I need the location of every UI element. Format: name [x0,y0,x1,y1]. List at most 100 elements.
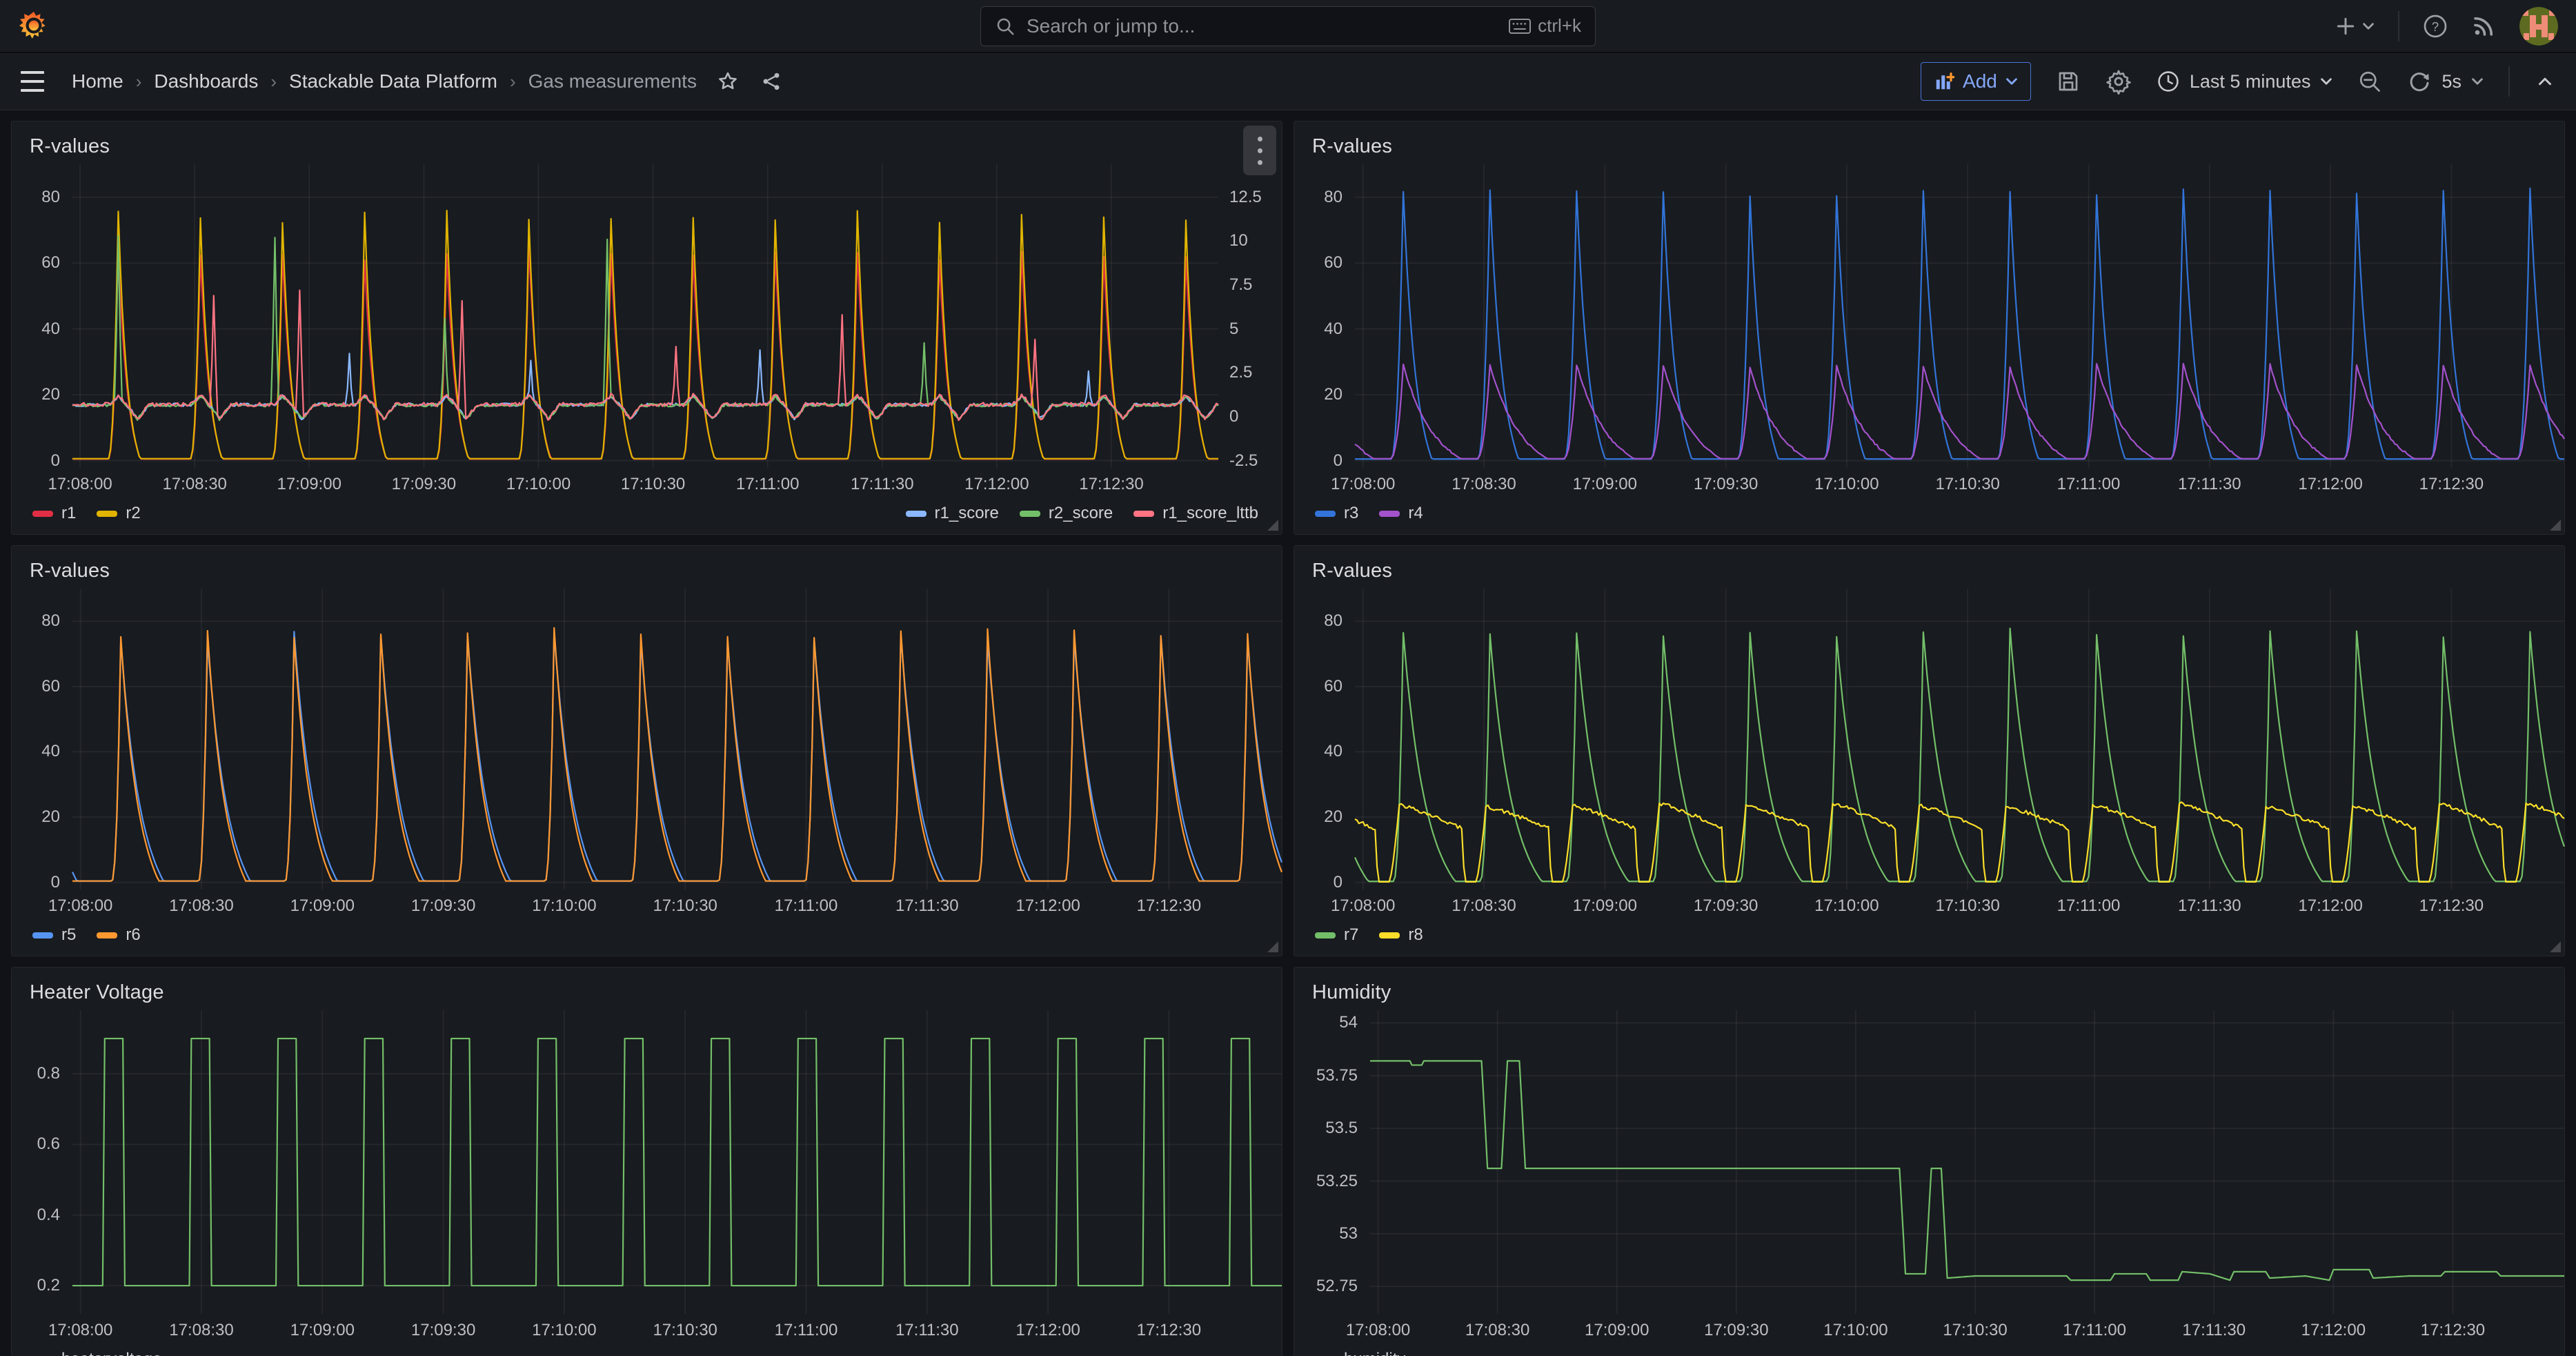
panel-title[interactable]: R-values [1294,121,2564,158]
plus-icon [2335,15,2357,37]
refresh-interval-label: 5s [2441,71,2461,92]
collapse-toolbar-button[interactable] [2535,71,2555,92]
breadcrumb: Home › Dashboards › Stackable Data Platf… [72,70,697,92]
zoom-out-icon [2357,69,2382,94]
add-panel-button[interactable]: Add [1921,62,2031,101]
series-swatch [1315,511,1336,517]
refresh-icon [2407,69,2432,94]
news-button[interactable] [2471,14,2496,39]
legend-item-r1-score[interactable]: r1_score [906,504,999,523]
time-range-label: Last 5 minutes [2190,71,2311,92]
svg-text:?: ? [2432,19,2439,33]
favorite-button[interactable] [716,70,740,93]
refresh-picker[interactable]: 5s [2407,69,2484,94]
caret-up-icon [2535,71,2555,92]
panel-heater-voltage: Heater Voltage 0.80.60.40.2 17:08:0017:0… [11,967,1282,1356]
panel-title[interactable]: R-values [1294,546,2564,582]
panel-header[interactable]: Heater Voltage [12,967,1282,1010]
menu-toggle-button[interactable] [21,71,44,92]
plot-area[interactable] [72,1010,1282,1314]
legend-item-r2[interactable]: r2 [97,504,140,523]
dashboard-settings-button[interactable] [2106,68,2132,95]
legend-item-r2-score[interactable]: r2_score [1020,504,1113,523]
zoom-out-button[interactable] [2357,69,2382,94]
legend-item-r3[interactable]: r3 [1315,504,1358,523]
y-axis-left: 806040200 [12,164,72,468]
series-swatch [1379,932,1400,939]
dashboard-grid: R-values 806040200 12.5107.552.50-2.5 17… [0,110,2576,1356]
legend-item-r6[interactable]: r6 [97,925,140,945]
dashboard-toolbar: Home › Dashboards › Stackable Data Platf… [0,53,2576,110]
breadcrumb-current: Gas measurements [528,70,697,92]
legend: r3 r4 [1294,498,2564,534]
plot-area[interactable] [1355,164,2564,468]
divider [2508,66,2510,97]
series-swatch [1379,511,1400,517]
x-axis: 17:08:0017:08:3017:09:0017:09:3017:10:00… [72,890,1282,920]
legend-item-r1-score-lttb[interactable]: r1_score_lttb [1133,504,1258,523]
panel-header[interactable]: R-values [1294,121,2564,164]
share-icon [760,70,782,92]
top-bar: Search or jump to... ctrl+k [0,0,2576,53]
search-input[interactable]: Search or jump to... ctrl+k [980,6,1596,46]
help-button[interactable]: ? [2423,14,2448,39]
search-icon [995,16,1015,37]
y-axis-left: 5453.7553.553.255352.75 [1294,1010,1370,1314]
save-dashboard-button[interactable] [2056,69,2081,94]
panel-humidity: Humidity 5453.7553.553.255352.75 17:08:0… [1294,967,2565,1356]
legend-item-r4[interactable]: r4 [1379,504,1423,523]
breadcrumb-dashboards[interactable]: Dashboards [154,70,258,92]
breadcrumb-home[interactable]: Home [72,70,123,92]
panel-title[interactable]: Heater Voltage [12,967,1282,1004]
y-axis-left: 0.80.60.40.2 [12,1010,72,1314]
legend-item-heatervoltage[interactable]: heatervoltage [32,1350,161,1356]
star-icon [716,70,740,93]
legend-item-r8[interactable]: r8 [1379,925,1423,945]
kebab-menu-icon [1258,137,1262,141]
series-swatch [97,511,117,517]
help-icon: ? [2423,14,2448,39]
panel-r-values-4: R-values 806040200 17:08:0017:08:3017:09… [1294,545,2565,956]
legend-item-humidity[interactable]: humidity [1315,1350,1405,1356]
avatar[interactable] [2519,7,2558,46]
new-button[interactable] [2335,15,2375,37]
panel-r-values-1: R-values 806040200 12.5107.552.50-2.5 17… [11,121,1282,535]
panel-header[interactable]: Humidity [1294,967,2564,1010]
share-button[interactable] [760,70,782,92]
panel-header[interactable]: R-values [12,121,1282,164]
x-axis: 17:08:0017:08:3017:09:0017:09:3017:10:00… [1355,890,2564,920]
legend-item-r7[interactable]: r7 [1315,925,1358,945]
x-axis: 17:08:0017:08:3017:09:0017:09:3017:10:00… [1370,1314,2564,1344]
legend: humidity [1294,1344,2564,1356]
time-range-picker[interactable]: Last 5 minutes [2157,70,2333,93]
series-swatch [1020,511,1040,517]
panel-title[interactable]: R-values [12,546,1282,582]
legend: r5 r6 [12,920,1282,956]
y-axis-left: 806040200 [1294,589,1355,890]
plot-area[interactable] [1370,1010,2564,1314]
series-swatch [97,932,117,939]
series-swatch [32,932,53,939]
legend-item-r5[interactable]: r5 [32,925,76,945]
plot-area[interactable] [72,164,1218,468]
plot-area[interactable] [72,589,1282,890]
panel-add-icon [1934,71,1954,92]
keyboard-icon [1509,18,1531,35]
grafana-logo[interactable] [18,10,50,42]
panel-title[interactable]: Humidity [1294,967,2564,1004]
menu-icon [21,71,44,74]
chevron-down-icon [2320,75,2332,88]
panel-header[interactable]: R-values [1294,546,2564,589]
search-placeholder: Search or jump to... [1027,15,1498,37]
x-axis: 17:08:0017:08:3017:09:0017:09:3017:10:00… [1355,468,2564,498]
legend: heatervoltage [12,1344,1282,1356]
plot-area[interactable] [1355,589,2564,890]
clock-icon [2157,70,2180,93]
legend-item-r1[interactable]: r1 [32,504,76,523]
chevron-down-icon [2362,20,2375,32]
breadcrumb-folder[interactable]: Stackable Data Platform [289,70,497,92]
panel-title[interactable]: R-values [12,121,1282,158]
legend: r7 r8 [1294,920,2564,956]
search-shortcut: ctrl+k [1509,15,1581,37]
panel-header[interactable]: R-values [12,546,1282,589]
